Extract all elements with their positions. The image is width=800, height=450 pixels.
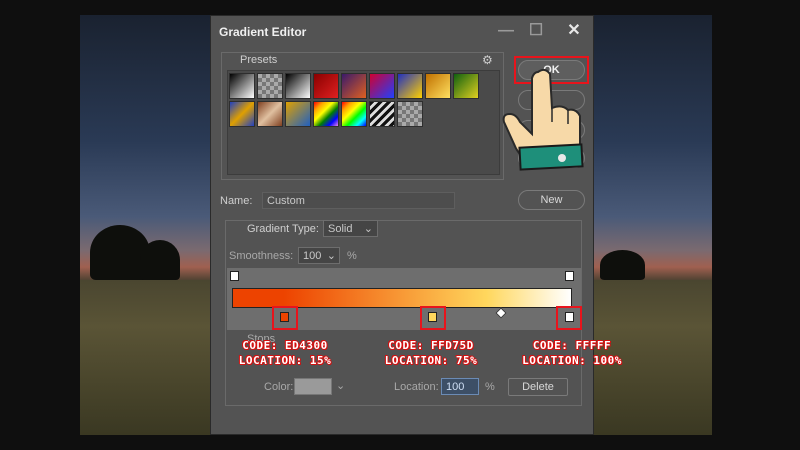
opacity-stop-left[interactable] <box>230 271 239 281</box>
chevron-down-icon: ⌄ <box>326 250 336 262</box>
preset-swatch[interactable] <box>285 101 311 127</box>
stop-3-code: CODE: FFFFF <box>532 339 612 352</box>
preset-swatch[interactable] <box>229 73 255 99</box>
smoothness-unit: % <box>347 250 357 262</box>
stop-3-location: LOCATION: 100% <box>522 354 622 367</box>
window-title: Gradient Editor <box>219 25 307 39</box>
location-label: Location: <box>394 381 439 393</box>
preset-swatch[interactable] <box>397 101 423 127</box>
preset-swatch[interactable] <box>313 101 339 127</box>
location-field[interactable]: 100 <box>441 378 479 395</box>
opacity-stop-right[interactable] <box>565 271 574 281</box>
name-label: Name: <box>220 195 253 207</box>
preset-swatch[interactable] <box>313 73 339 99</box>
new-button[interactable]: New <box>518 190 585 210</box>
preset-swatch[interactable] <box>341 101 367 127</box>
stop-2-location: LOCATION: 75% <box>384 354 478 367</box>
color-swatch-field[interactable] <box>294 378 332 395</box>
preset-swatch[interactable] <box>369 101 395 127</box>
close-button[interactable]: ✕ <box>563 21 585 41</box>
smoothness-field[interactable]: 100 ⌄ <box>298 247 340 264</box>
color-stop-1[interactable] <box>280 312 289 322</box>
preset-swatch[interactable] <box>425 73 451 99</box>
stop-1-location: LOCATION: 15% <box>238 354 332 367</box>
pointing-hand-icon <box>502 68 584 171</box>
smoothness-value: 100 <box>303 250 322 262</box>
stop-1-code: CODE: ED4300 <box>242 339 328 352</box>
gradient-type-select[interactable]: Solid ⌄ <box>323 220 378 237</box>
location-unit: % <box>485 381 495 393</box>
gradient-bar[interactable] <box>232 288 572 308</box>
gradient-type-value: Solid <box>328 223 353 235</box>
preset-swatch[interactable] <box>285 73 311 99</box>
title-bar: Gradient Editor — ☐ ✕ <box>211 16 593 46</box>
preset-swatch[interactable] <box>257 73 283 99</box>
preset-swatch[interactable] <box>257 101 283 127</box>
tree-silhouette <box>140 240 180 280</box>
smoothness-label: Smoothness: <box>229 250 294 262</box>
delete-button[interactable]: Delete <box>508 378 568 396</box>
chevron-down-icon: ⌄ <box>363 223 373 235</box>
maximize-button[interactable]: ☐ <box>525 21 547 41</box>
preset-swatch[interactable] <box>453 73 479 99</box>
gradient-type-label: Gradient Type: <box>247 223 319 235</box>
name-field[interactable]: Custom <box>262 192 455 209</box>
stop-2-code: CODE: FFD75D <box>388 339 474 352</box>
tree-silhouette <box>600 250 645 280</box>
preset-swatch[interactable] <box>341 73 367 99</box>
preset-swatch[interactable] <box>397 73 423 99</box>
minimize-button[interactable]: — <box>495 21 517 41</box>
color-stop-2[interactable] <box>428 312 437 322</box>
presets-label: Presets <box>237 54 281 66</box>
chevron-down-icon[interactable]: ⌄ <box>336 379 345 392</box>
color-stop-3[interactable] <box>565 312 574 322</box>
preset-swatch[interactable] <box>229 101 255 127</box>
preset-swatch[interactable] <box>369 73 395 99</box>
gear-icon[interactable]: ⚙ <box>482 53 493 67</box>
color-label: Color: <box>264 381 294 393</box>
